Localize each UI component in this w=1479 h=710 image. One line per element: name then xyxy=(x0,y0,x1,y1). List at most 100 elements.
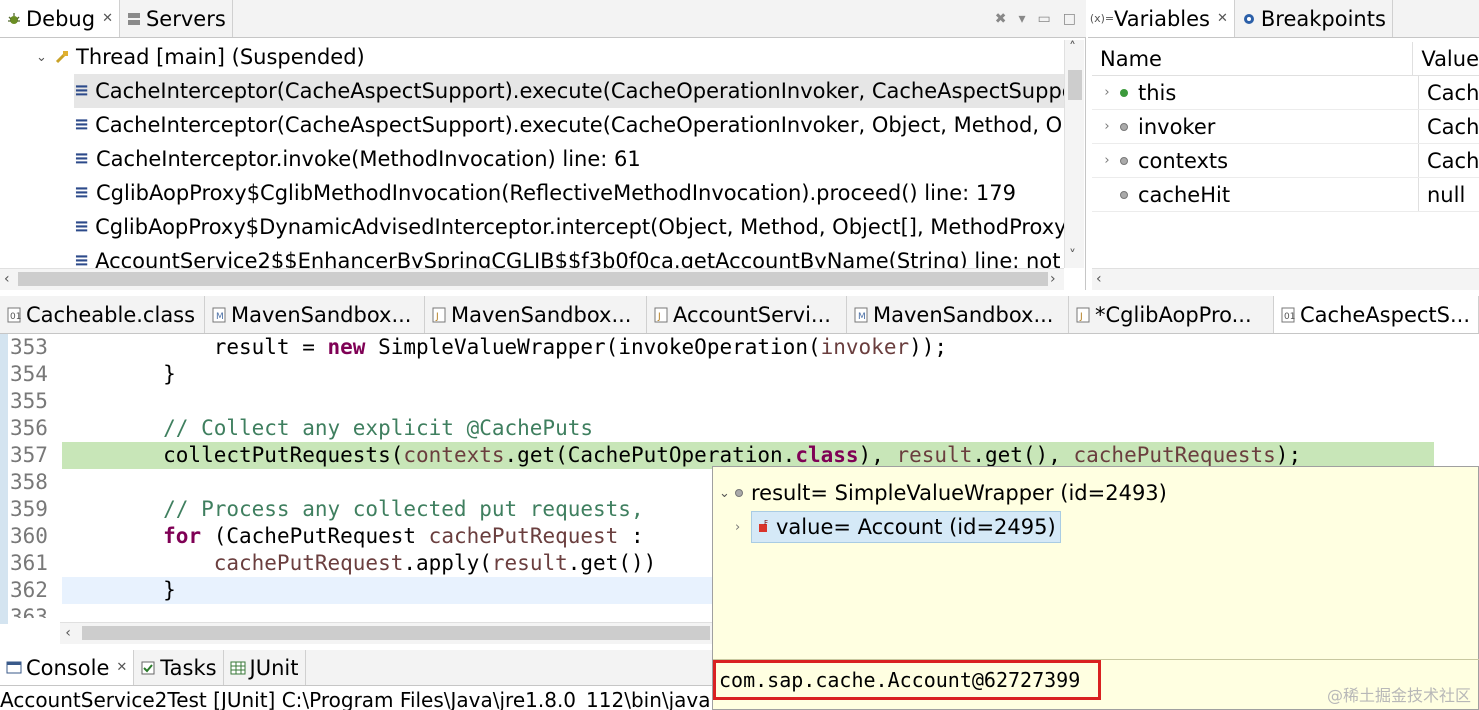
minimize-icon[interactable]: ▭ xyxy=(1038,11,1051,27)
tab-tasks[interactable]: Tasks xyxy=(134,650,224,685)
editor-tab-active[interactable]: 01 CacheAspectS... xyxy=(1274,296,1479,333)
line-number: 355 xyxy=(10,389,48,413)
stack-frame[interactable]: ≡ CacheInterceptor.invoke(MethodInvocati… xyxy=(74,142,1064,176)
console-view-tabbar: Console ✕ Tasks JUnit xyxy=(0,650,712,686)
editor-tab[interactable]: M MavenSandbox... xyxy=(847,296,1069,333)
tab-label: Console xyxy=(26,655,110,680)
stack-frame-icon: ≡ xyxy=(74,80,90,101)
chevron-down-icon[interactable]: ˅ xyxy=(1069,248,1076,264)
editor-tab[interactable]: J AccountServi... xyxy=(647,296,847,333)
chevron-right-icon[interactable]: › xyxy=(735,520,751,535)
variable-name: cacheHit xyxy=(1138,182,1231,207)
inspect-child-selected[interactable]: F value= Account (id=2495) xyxy=(751,511,1061,543)
stack-frame-icon: ≡ xyxy=(74,114,90,135)
variables-icon: (x)= xyxy=(1089,12,1115,25)
tab-label: Debug xyxy=(26,6,96,31)
chevron-right-icon[interactable]: › xyxy=(1050,271,1056,287)
console-output-header: AccountService2Test [JUnit] C:\Program F… xyxy=(0,688,711,710)
svg-text:J: J xyxy=(1079,312,1083,322)
svg-text:M: M xyxy=(216,312,224,322)
view-menu-icon[interactable]: ▾ xyxy=(1019,11,1026,27)
scrollbar-thumb[interactable] xyxy=(82,626,710,640)
variable-name: this xyxy=(1138,80,1177,105)
stack-frame[interactable]: ≡ AccountService2$$EnhancerBySpringCGLIB… xyxy=(74,244,1064,268)
chevron-right-icon[interactable]: › xyxy=(1100,119,1114,134)
code-line-353: result = new SimpleValueWrapper(invokeOp… xyxy=(62,335,948,359)
chevron-left-icon[interactable]: ‹ xyxy=(1096,271,1102,287)
tab-label: MavenSandbox... xyxy=(873,302,1054,327)
maximize-icon[interactable]: □ xyxy=(1063,11,1076,27)
chevron-up-icon[interactable]: ˄ xyxy=(1069,40,1076,56)
line-number: 361 xyxy=(10,551,48,575)
close-icon[interactable]: ✕ xyxy=(116,660,127,675)
close-icon[interactable]: ✕ xyxy=(102,11,113,26)
stack-frame-label: CacheInterceptor.invoke(MethodInvocation… xyxy=(96,147,641,171)
editor-tab[interactable]: J MavenSandbox... xyxy=(425,296,647,333)
tab-label: JUnit xyxy=(249,655,299,680)
code-line-360: for (CachePutRequest cachePutRequest : xyxy=(163,524,644,548)
thread-node[interactable]: ⌄ Thread [main] (Suspended) xyxy=(36,40,365,74)
column-header-name[interactable]: Name xyxy=(1092,42,1414,75)
scrollbar-thumb[interactable] xyxy=(18,272,1048,286)
tab-console[interactable]: Console ✕ xyxy=(0,650,135,685)
variables-horizontal-scrollbar[interactable]: ‹ xyxy=(1092,268,1479,290)
variable-row[interactable]: › this Cache xyxy=(1092,76,1479,110)
code-line-359: // Process any collected put requests, xyxy=(62,497,644,521)
tab-variables[interactable]: (x)= Variables ✕ xyxy=(1088,0,1235,37)
local-variable-icon xyxy=(1120,156,1128,165)
stack-frame-label: AccountService2$$EnhancerBySpringCGLIB$$… xyxy=(95,249,1064,268)
variable-row[interactable]: › contexts Cache xyxy=(1092,144,1479,178)
stack-frame-label: CacheInterceptor(CacheAspectSupport).exe… xyxy=(95,113,1064,137)
svg-text:J: J xyxy=(657,312,661,322)
line-number: 353 xyxy=(10,335,48,359)
inspect-child-label: value= Account (id=2495) xyxy=(776,515,1056,539)
chevron-left-icon[interactable]: ‹ xyxy=(4,271,10,287)
tab-label: *CglibAopPro... xyxy=(1095,302,1252,327)
java-file-icon: J xyxy=(431,307,447,323)
inspect-tree-root[interactable]: ⌄ result= SimpleValueWrapper (id=2493) xyxy=(719,477,1167,509)
editor-ruler xyxy=(0,334,8,624)
svg-text:01: 01 xyxy=(10,312,21,322)
stack-frame[interactable]: ≡ CglibAopProxy$CglibMethodInvocation(Re… xyxy=(74,176,1064,210)
debug-view-toolbar: ✖ ▾ ▭ □ xyxy=(995,0,1086,37)
thread-label: Thread [main] (Suspended) xyxy=(76,45,365,69)
chevron-right-icon[interactable]: › xyxy=(1100,85,1114,100)
console-icon xyxy=(6,660,22,676)
stack-frame-label: CglibAopProxy$DynamicAdvisedInterceptor.… xyxy=(95,215,1064,239)
tab-debug[interactable]: Debug ✕ xyxy=(0,0,120,37)
chevron-down-icon[interactable]: ⌄ xyxy=(36,50,54,65)
debug-vertical-scrollbar[interactable]: ˄ ˅ xyxy=(1064,40,1084,268)
remove-terminated-icon[interactable]: ✖ xyxy=(995,11,1007,27)
scrollbar-thumb[interactable] xyxy=(1068,70,1082,100)
chevron-right-icon[interactable]: › xyxy=(1100,153,1114,168)
line-number: 363 xyxy=(10,605,48,618)
java-file-icon: J xyxy=(1075,307,1091,323)
editor-tab[interactable]: 01 Cacheable.class xyxy=(0,296,205,333)
chevron-left-icon[interactable]: ‹ xyxy=(64,625,72,641)
stack-frame[interactable]: ≡ CglibAopProxy$DynamicAdvisedIntercepto… xyxy=(74,210,1064,244)
variable-inspect-popup[interactable]: ⌄ result= SimpleValueWrapper (id=2493) ›… xyxy=(712,466,1479,710)
variable-row[interactable]: › invoker Cache xyxy=(1092,110,1479,144)
tab-junit[interactable]: JUnit xyxy=(224,650,306,685)
editor-tab[interactable]: M MavenSandbox... xyxy=(205,296,425,333)
stack-frame[interactable]: ≡ CacheInterceptor(CacheAspectSupport).e… xyxy=(74,74,1064,108)
editor-tab[interactable]: J *CglibAopPro... xyxy=(1069,296,1274,333)
editor-horizontal-scrollbar[interactable]: ‹ xyxy=(60,622,712,644)
line-number: 354 xyxy=(10,362,48,386)
inspect-tree-child[interactable]: › F value= Account (id=2495) xyxy=(735,511,1061,543)
editor-tabbar: 01 Cacheable.class M MavenSandbox... J M… xyxy=(0,296,1479,334)
tab-servers[interactable]: Servers xyxy=(120,0,233,37)
close-icon[interactable]: ✕ xyxy=(1217,11,1228,26)
line-number: 360 xyxy=(10,524,48,548)
variable-name: invoker xyxy=(1138,114,1216,139)
stack-frame[interactable]: ≡ CacheInterceptor(CacheAspectSupport).e… xyxy=(74,108,1064,142)
debug-horizontal-scrollbar[interactable]: ‹ › xyxy=(0,268,1064,290)
column-header-value[interactable]: Value xyxy=(1413,42,1479,75)
svg-text:F: F xyxy=(764,520,768,527)
chevron-down-icon[interactable]: ⌄ xyxy=(719,486,735,501)
tab-breakpoints[interactable]: Breakpoints xyxy=(1235,0,1393,37)
field-public-icon xyxy=(1120,88,1128,97)
variable-row[interactable]: cacheHit null xyxy=(1092,178,1479,212)
inspect-root-label: result= SimpleValueWrapper (id=2493) xyxy=(751,481,1167,505)
stack-frame-icon: ≡ xyxy=(74,250,90,269)
